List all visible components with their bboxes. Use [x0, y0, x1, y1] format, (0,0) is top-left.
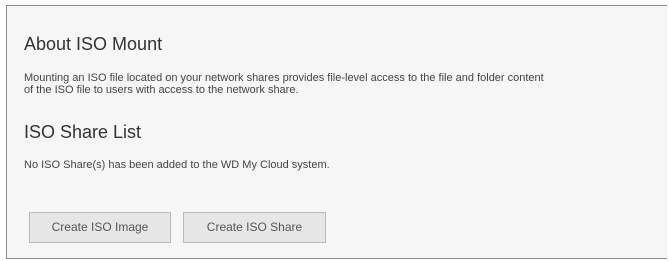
about-iso-mount-heading: About ISO Mount: [24, 34, 163, 54]
iso-share-list-heading: ISO Share List: [24, 122, 142, 142]
iso-mount-panel: About ISO Mount Mounting an ISO file loc…: [6, 5, 667, 259]
description-line-1: Mounting an ISO file located on your net…: [24, 72, 544, 84]
description-line-2: of the ISO file to users with access to …: [24, 84, 299, 96]
about-iso-mount-description: Mounting an ISO file located on your net…: [24, 72, 667, 96]
iso-share-empty-message: No ISO Share(s) has been added to the WD…: [24, 159, 330, 171]
create-iso-share-button[interactable]: Create ISO Share: [183, 212, 326, 243]
create-iso-image-button[interactable]: Create ISO Image: [29, 212, 171, 243]
